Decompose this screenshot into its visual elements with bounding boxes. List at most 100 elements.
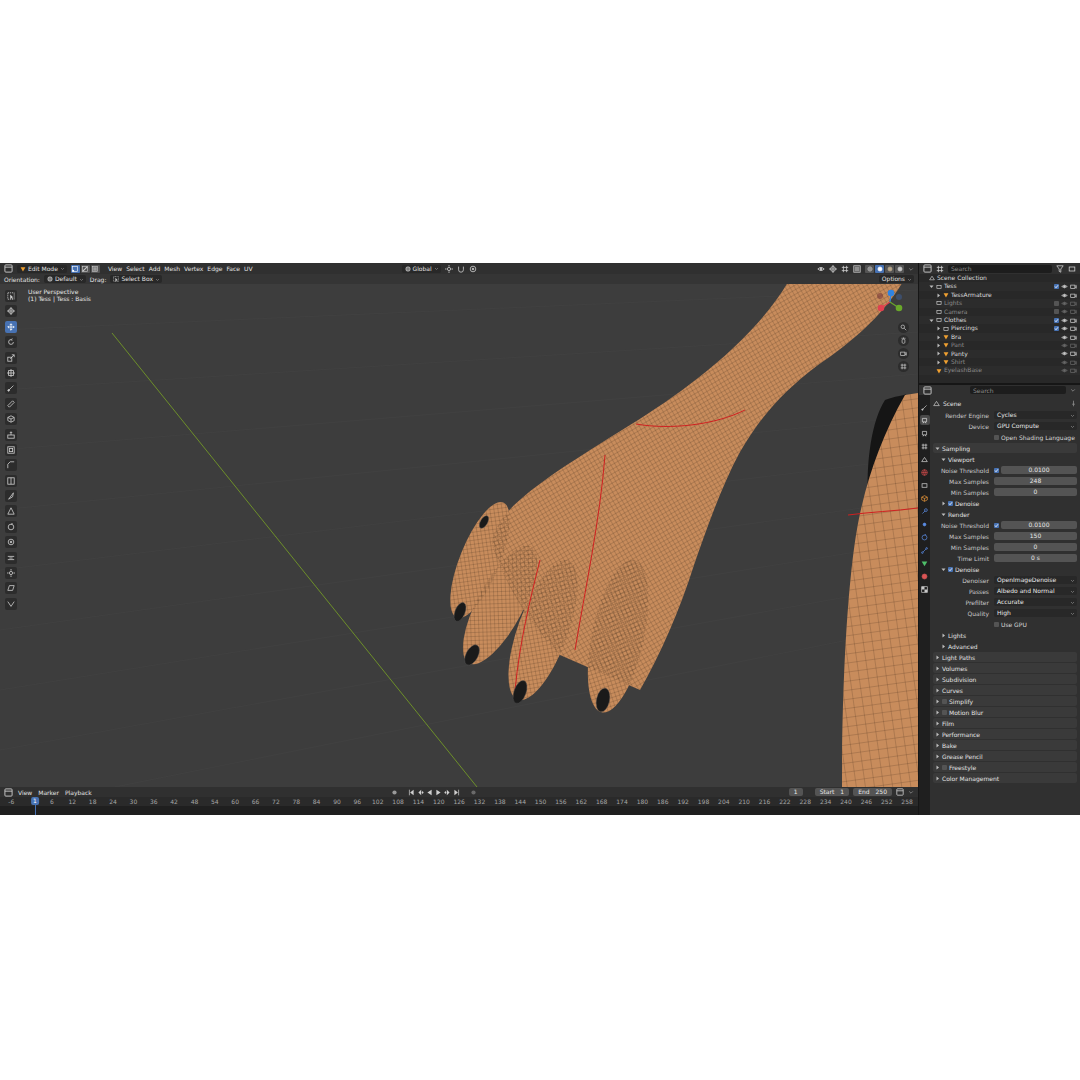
outliner-row[interactable]: Clothes	[919, 316, 1080, 324]
panel-header[interactable]: Film	[933, 718, 1077, 728]
editor-type-icon[interactable]	[923, 386, 932, 395]
outliner-row[interactable]: TessArmature	[919, 291, 1080, 299]
eye-icon[interactable]	[1061, 350, 1068, 357]
xray-icon[interactable]	[853, 265, 861, 273]
camera-icon[interactable]	[1070, 292, 1077, 299]
panel-header[interactable]: Lights	[933, 630, 1077, 640]
properties-tab[interactable]	[920, 467, 930, 477]
properties-tab[interactable]	[920, 493, 930, 503]
outliner-row[interactable]: Piercings	[919, 324, 1080, 332]
panel-checkbox[interactable]	[948, 567, 953, 572]
menu-item[interactable]: View	[107, 264, 123, 273]
camera-icon[interactable]	[1070, 300, 1077, 307]
panel-header[interactable]: Denoise	[933, 498, 1077, 508]
mode-dropdown[interactable]: Edit Mode	[17, 265, 67, 273]
disclosure-icon[interactable]	[941, 457, 946, 462]
tool-button[interactable]	[5, 598, 17, 610]
menu-item[interactable]: Face	[225, 264, 241, 273]
dropdown-field[interactable]: Accurate	[994, 598, 1077, 606]
dropdown-field[interactable]: Albedo and Normal	[994, 587, 1077, 595]
ortho-toggle-button[interactable]	[898, 361, 909, 372]
panel-header[interactable]: Subdivision	[933, 674, 1077, 684]
3d-viewport[interactable]: User Perspective(1) Tess | Tess : Basis	[0, 284, 918, 787]
exclude-checkbox[interactable]	[1054, 318, 1059, 323]
eye-icon[interactable]	[1061, 359, 1068, 366]
camera-icon[interactable]	[1070, 359, 1077, 366]
options-dropdown[interactable]: Options	[879, 275, 914, 283]
tool-button[interactable]	[5, 490, 17, 502]
disclosure-icon[interactable]	[935, 743, 940, 748]
properties-tab[interactable]	[920, 506, 930, 516]
filter-icon[interactable]	[1056, 265, 1064, 273]
disclosure-icon[interactable]	[929, 318, 934, 323]
outliner-row[interactable]: EyelashBase	[919, 366, 1080, 374]
panel-header[interactable]: Freestyle	[933, 762, 1077, 772]
number-field[interactable]: 150	[994, 532, 1077, 540]
enable-checkbox[interactable]	[994, 523, 999, 528]
jump-end-icon[interactable]	[453, 789, 460, 796]
outliner-search[interactable]	[948, 265, 1052, 273]
eye-icon[interactable]	[1061, 308, 1068, 315]
disclosure-icon[interactable]	[935, 688, 940, 693]
panel-header[interactable]: Curves	[933, 685, 1077, 695]
menu-item[interactable]: Select	[125, 264, 146, 273]
tool-button[interactable]	[5, 321, 17, 333]
properties-tab[interactable]	[920, 415, 930, 425]
disclosure-icon[interactable]	[941, 512, 946, 517]
menu-item[interactable]: UV	[243, 264, 254, 273]
tool-button[interactable]	[5, 413, 17, 425]
select-mode-button[interactable]	[71, 265, 80, 273]
outliner-row[interactable]: Panty	[919, 350, 1080, 358]
disclosure-icon[interactable]	[935, 765, 940, 770]
panel-header[interactable]: Viewport	[933, 454, 1077, 464]
panel-header[interactable]: Light Paths	[933, 652, 1077, 662]
previous-keyframe-icon[interactable]	[417, 789, 424, 796]
snap-icon[interactable]	[457, 265, 465, 273]
disclosure-icon[interactable]	[941, 644, 946, 649]
disclosure-icon[interactable]	[935, 776, 940, 781]
chevron-icon[interactable]	[908, 789, 914, 795]
jump-start-icon[interactable]	[408, 789, 415, 796]
disclosure-icon[interactable]	[936, 335, 941, 340]
eye-icon[interactable]	[1061, 334, 1068, 341]
disclosure-icon[interactable]	[935, 721, 940, 726]
panel-header[interactable]: Grease Pencil	[933, 751, 1077, 761]
dropdown-field[interactable]: Cycles	[994, 411, 1077, 419]
tool-button[interactable]	[5, 352, 17, 364]
properties-tab[interactable]	[920, 454, 930, 464]
visibility-icon[interactable]	[817, 265, 825, 273]
outliner-row[interactable]: Camera	[919, 308, 1080, 316]
pan-button[interactable]	[898, 335, 909, 346]
number-field[interactable]: 248	[994, 477, 1077, 485]
panel-header[interactable]: Bake	[933, 740, 1077, 750]
enable-checkbox[interactable]	[994, 468, 999, 473]
outliner-row[interactable]: Scene Collection	[919, 274, 1080, 282]
shading-mode-button[interactable]	[875, 265, 884, 273]
new-collection-icon[interactable]	[1068, 265, 1076, 273]
navigation-gizmo[interactable]	[868, 287, 908, 321]
exclude-checkbox[interactable]	[1054, 284, 1059, 289]
disclosure-icon[interactable]	[935, 754, 940, 759]
tool-button[interactable]	[5, 459, 17, 471]
exclude-checkbox[interactable]	[1054, 309, 1059, 314]
number-field[interactable]: 0	[994, 488, 1077, 496]
dropdown-field[interactable]: High	[994, 609, 1077, 617]
tool-button[interactable]	[5, 290, 17, 302]
options-icon[interactable]	[1070, 387, 1076, 393]
tool-button[interactable]	[5, 552, 17, 564]
disclosure-icon[interactable]	[935, 666, 940, 671]
camera-view-button[interactable]	[898, 348, 909, 359]
zoom-button[interactable]	[898, 322, 909, 333]
select-mode-button[interactable]	[91, 265, 100, 273]
disclosure-icon[interactable]	[935, 677, 940, 682]
timeline-ruler[interactable]: -661218243036424854606672788490961021081…	[0, 797, 918, 815]
number-field[interactable]: 0	[994, 543, 1077, 551]
outliner-row[interactable]: Tess	[919, 282, 1080, 290]
panel-checkbox[interactable]	[942, 710, 947, 715]
menu-item[interactable]: Mesh	[163, 264, 181, 273]
editor-type-icon[interactable]	[4, 264, 13, 273]
overlay-icon[interactable]	[841, 265, 849, 273]
menu-item[interactable]: View	[17, 788, 33, 797]
properties-tab[interactable]	[920, 545, 930, 555]
disclosure-icon[interactable]	[941, 633, 946, 638]
